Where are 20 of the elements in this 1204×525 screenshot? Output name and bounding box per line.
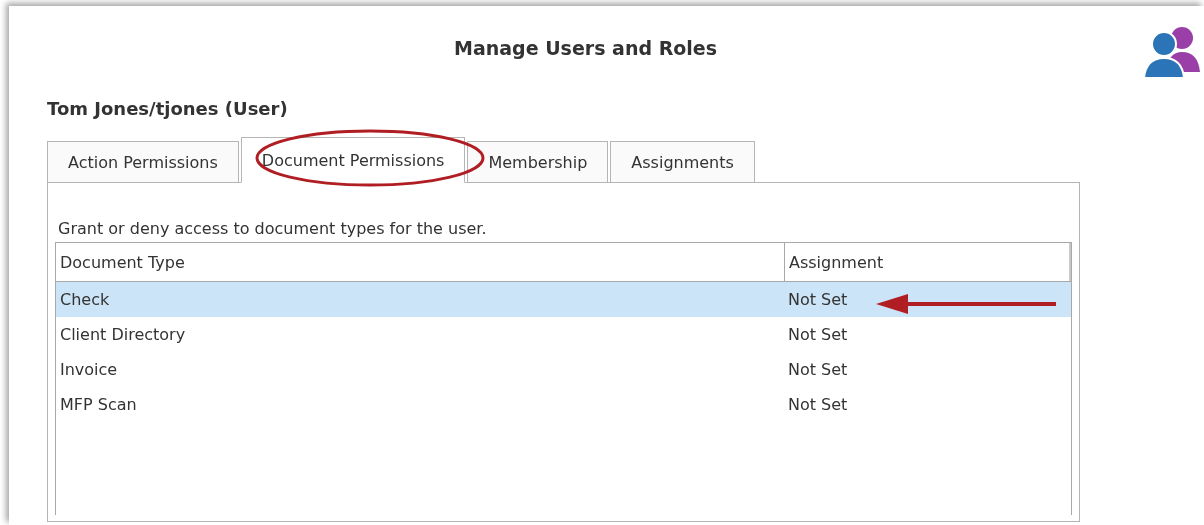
table-cell-text: MFP Scan xyxy=(59,395,137,414)
table-row[interactable]: Check Not Set xyxy=(56,282,1071,317)
column-header[interactable]: Document Type xyxy=(56,243,784,281)
table-row[interactable]: Client Directory Not Set xyxy=(56,317,1071,352)
window-title: Manage Users and Roles xyxy=(453,37,719,59)
table-cell-text: Not Set xyxy=(787,325,848,344)
table-cell-text: Check xyxy=(59,290,110,309)
table-cell-text: Not Set xyxy=(787,290,848,309)
table-cell-text: Client Directory xyxy=(59,325,186,344)
tab[interactable]: Document Permissions xyxy=(240,137,466,183)
table-row[interactable]: Invoice Not Set xyxy=(56,352,1071,387)
tab[interactable]: Action Permissions xyxy=(47,141,239,182)
table-cell-text: Invoice xyxy=(59,360,118,379)
table-cell-text: Not Set xyxy=(787,360,848,379)
table-row[interactable]: MFP Scan Not Set xyxy=(56,387,1071,422)
description-text: Grant or deny access to document types for the user. xyxy=(58,219,488,238)
tab[interactable]: Membership xyxy=(467,141,609,182)
table-cell-text: Not Set xyxy=(787,395,848,414)
user-name: Tom Jones/tjones (User) xyxy=(47,98,289,119)
tab[interactable]: Assignments xyxy=(610,141,755,182)
